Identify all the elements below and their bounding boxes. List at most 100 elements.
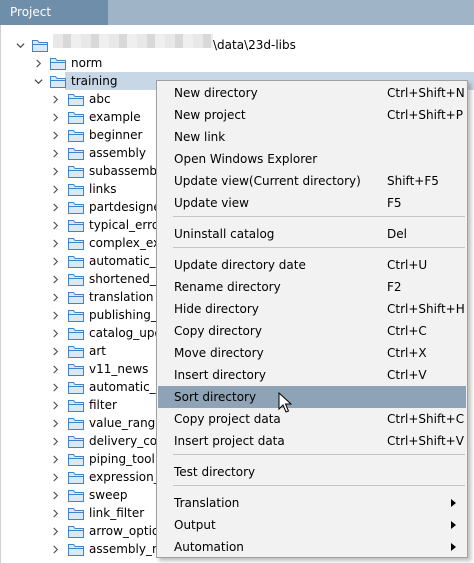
menu-item[interactable]: New project Ctrl+Shift+P (158, 104, 466, 126)
tree-item[interactable]: sweep (89, 486, 127, 504)
folder-icon (50, 76, 66, 88)
chevron-down-icon[interactable] (33, 72, 43, 90)
tree-item[interactable]: delivery_cou (89, 432, 165, 450)
menu-item[interactable]: Copy project data Ctrl+Shift+C (158, 408, 466, 430)
chevron-right-icon[interactable] (50, 522, 60, 540)
menu-item-label: New project (174, 108, 246, 122)
chevron-down-icon[interactable] (15, 36, 25, 54)
context-menu: New directory Ctrl+Shift+N New project C… (156, 80, 468, 558)
chevron-right-icon[interactable] (50, 504, 60, 522)
tree-item[interactable]: partdesigner (89, 198, 166, 216)
chevron-right-icon[interactable] (50, 144, 60, 162)
menu-item[interactable]: Update view F5 (158, 192, 466, 214)
tree-item[interactable]: shortened_vi (89, 270, 166, 288)
chevron-right-icon[interactable] (50, 270, 60, 288)
tab-project-selection[interactable]: Project selection (0, 0, 108, 44)
menu-item[interactable]: Update view(Current directory) Shift+F5 (158, 170, 466, 192)
redacted-path (53, 34, 213, 48)
chevron-right-icon[interactable] (50, 324, 60, 342)
menu-item[interactable]: Copy directory Ctrl+C (158, 320, 466, 342)
chevron-right-icon[interactable] (50, 432, 60, 450)
chevron-right-icon[interactable] (50, 342, 60, 360)
menu-item-label: Insert directory (174, 368, 266, 382)
tree-item[interactable]: filter (89, 396, 117, 414)
menu-item[interactable]: Test directory (158, 461, 466, 483)
tree-item[interactable]: assembly_m (89, 540, 164, 558)
chevron-right-icon[interactable] (50, 486, 60, 504)
chevron-right-icon[interactable] (33, 54, 43, 72)
chevron-right-icon[interactable] (50, 468, 60, 486)
menu-item-label: Copy project data (174, 412, 281, 426)
chevron-right-icon[interactable] (50, 414, 60, 432)
chevron-right-icon[interactable] (50, 540, 60, 558)
tree-item[interactable]: v11_news (89, 360, 148, 378)
folder-icon (68, 292, 84, 304)
tree-item[interactable]: automatic_d (89, 378, 163, 396)
menu-item-shortcut: Ctrl+Shift+H (387, 302, 465, 316)
folder-icon (68, 544, 84, 556)
menu-item[interactable]: New link (158, 126, 466, 148)
folder-icon (68, 346, 84, 358)
menu-item-label: Test directory (174, 465, 256, 479)
folder-icon (68, 436, 84, 448)
menu-item[interactable]: Insert directory Ctrl+V (158, 364, 466, 386)
chevron-right-icon[interactable] (50, 162, 60, 180)
menu-item[interactable]: Sort directory (158, 386, 466, 408)
chevron-right-icon[interactable] (50, 180, 60, 198)
tree-item[interactable]: links (89, 180, 116, 198)
menu-item-label: Rename directory (174, 280, 281, 294)
menu-item[interactable]: Automation (158, 536, 466, 558)
tree-item[interactable]: publishing_e (89, 306, 164, 324)
menu-item[interactable]: New directory Ctrl+Shift+N (158, 82, 466, 104)
menu-item-label: Update directory date (174, 258, 306, 272)
menu-item[interactable]: Insert project data Ctrl+Shift+V (158, 430, 466, 452)
tree-item[interactable]: catalog_upd (89, 324, 162, 342)
menu-item[interactable]: Move directory Ctrl+X (158, 342, 466, 364)
tree-item[interactable]: abc (89, 90, 111, 108)
tree-item[interactable]: training (71, 72, 118, 90)
menu-separator (173, 485, 465, 486)
menu-item[interactable]: Hide directory Ctrl+Shift+H (158, 298, 466, 320)
menu-item-label: New directory (174, 86, 258, 100)
chevron-right-icon[interactable] (50, 90, 60, 108)
folder-icon (68, 382, 84, 394)
chevron-right-icon[interactable] (50, 198, 60, 216)
menu-item[interactable]: Translation (158, 492, 466, 514)
folder-icon (68, 94, 84, 106)
chevron-right-icon[interactable] (50, 396, 60, 414)
chevron-right-icon[interactable] (50, 306, 60, 324)
tree-item[interactable]: beginner (89, 126, 142, 144)
menu-item-label: Move directory (174, 346, 264, 360)
chevron-right-icon[interactable] (50, 360, 60, 378)
submenu-arrow-icon (451, 499, 456, 507)
tree-item[interactable]: link_filter (89, 504, 144, 522)
menu-item[interactable]: Rename directory F2 (158, 276, 466, 298)
chevron-right-icon[interactable] (50, 126, 60, 144)
menu-item[interactable]: Open Windows Explorer (158, 148, 466, 170)
tree-item[interactable]: translation (89, 288, 154, 306)
folder-icon (68, 472, 84, 484)
chevron-right-icon[interactable] (50, 108, 60, 126)
chevron-right-icon[interactable] (50, 378, 60, 396)
tree-item[interactable]: assembly (89, 144, 146, 162)
tree-item[interactable]: example (89, 108, 141, 126)
chevron-right-icon[interactable] (50, 450, 60, 468)
folder-icon (68, 274, 84, 286)
chevron-right-icon[interactable] (50, 252, 60, 270)
menu-item-shortcut: Shift+F5 (387, 174, 439, 188)
folder-icon (68, 112, 84, 124)
menu-item-label: Hide directory (174, 302, 259, 316)
tree-item[interactable]: art (89, 342, 106, 360)
chevron-right-icon[interactable] (50, 288, 60, 306)
menu-item-label: Insert project data (174, 434, 285, 448)
folder-icon (68, 166, 84, 178)
tree-item[interactable]: norm (71, 54, 102, 72)
chevron-right-icon[interactable] (50, 234, 60, 252)
menu-item[interactable]: Output (158, 514, 466, 536)
chevron-right-icon[interactable] (50, 216, 60, 234)
tree-item[interactable]: piping_tool (89, 450, 155, 468)
menu-item[interactable]: Uninstall catalog Del (158, 223, 466, 245)
menu-item[interactable]: Update directory date Ctrl+U (158, 254, 466, 276)
menu-item-label: Output (174, 518, 216, 532)
tree-item[interactable]: automatic_d (89, 252, 163, 270)
